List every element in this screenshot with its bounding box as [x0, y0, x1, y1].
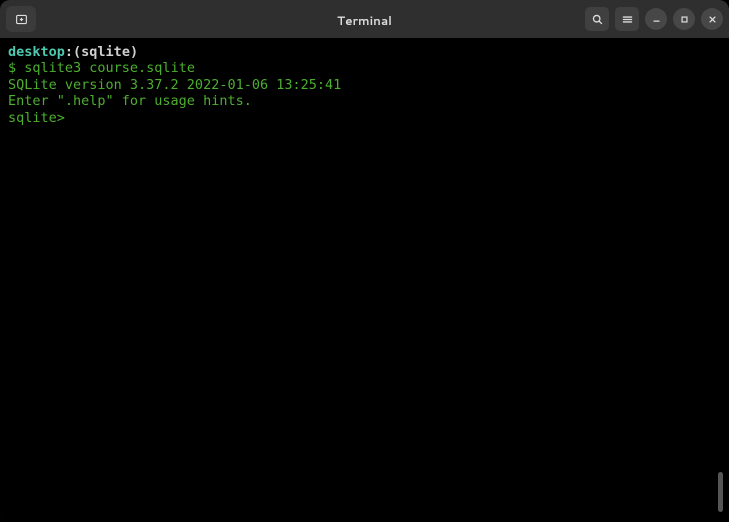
new-tab-icon [15, 13, 28, 26]
cursor [73, 111, 81, 126]
scrollbar-thumb[interactable] [718, 472, 723, 512]
shell-symbol: $ [8, 60, 24, 76]
close-icon [706, 13, 719, 26]
sqlite-prompt-line: sqlite> [8, 110, 721, 126]
new-tab-button[interactable] [6, 6, 36, 32]
version-line: SQLite version 3.37.2 2022-01-06 13:25:4… [8, 77, 721, 93]
prompt-line: desktop:(sqlite) [8, 44, 721, 60]
titlebar-right [585, 7, 723, 31]
maximize-icon [678, 13, 691, 26]
search-icon [591, 13, 604, 26]
titlebar-left [6, 6, 36, 32]
search-button[interactable] [585, 7, 609, 31]
minimize-icon [650, 13, 663, 26]
menu-button[interactable] [615, 7, 639, 31]
titlebar: Terminal [0, 0, 729, 38]
menu-icon [621, 13, 634, 26]
close-button[interactable] [701, 8, 723, 30]
minimize-button[interactable] [645, 8, 667, 30]
terminal-body[interactable]: desktop:(sqlite) $ sqlite3 course.sqlite… [0, 38, 729, 522]
window-title: Terminal [337, 12, 392, 29]
command-text: sqlite3 course.sqlite [24, 60, 195, 76]
sqlite-prompt: sqlite> [8, 110, 73, 126]
prompt-sep: : [65, 44, 73, 60]
maximize-button[interactable] [673, 8, 695, 30]
terminal-window: Terminal [0, 0, 729, 522]
prompt-path: (sqlite) [73, 44, 138, 60]
prompt-location: desktop [8, 44, 65, 60]
command-line: $ sqlite3 course.sqlite [8, 60, 721, 76]
help-line: Enter ".help" for usage hints. [8, 93, 721, 109]
